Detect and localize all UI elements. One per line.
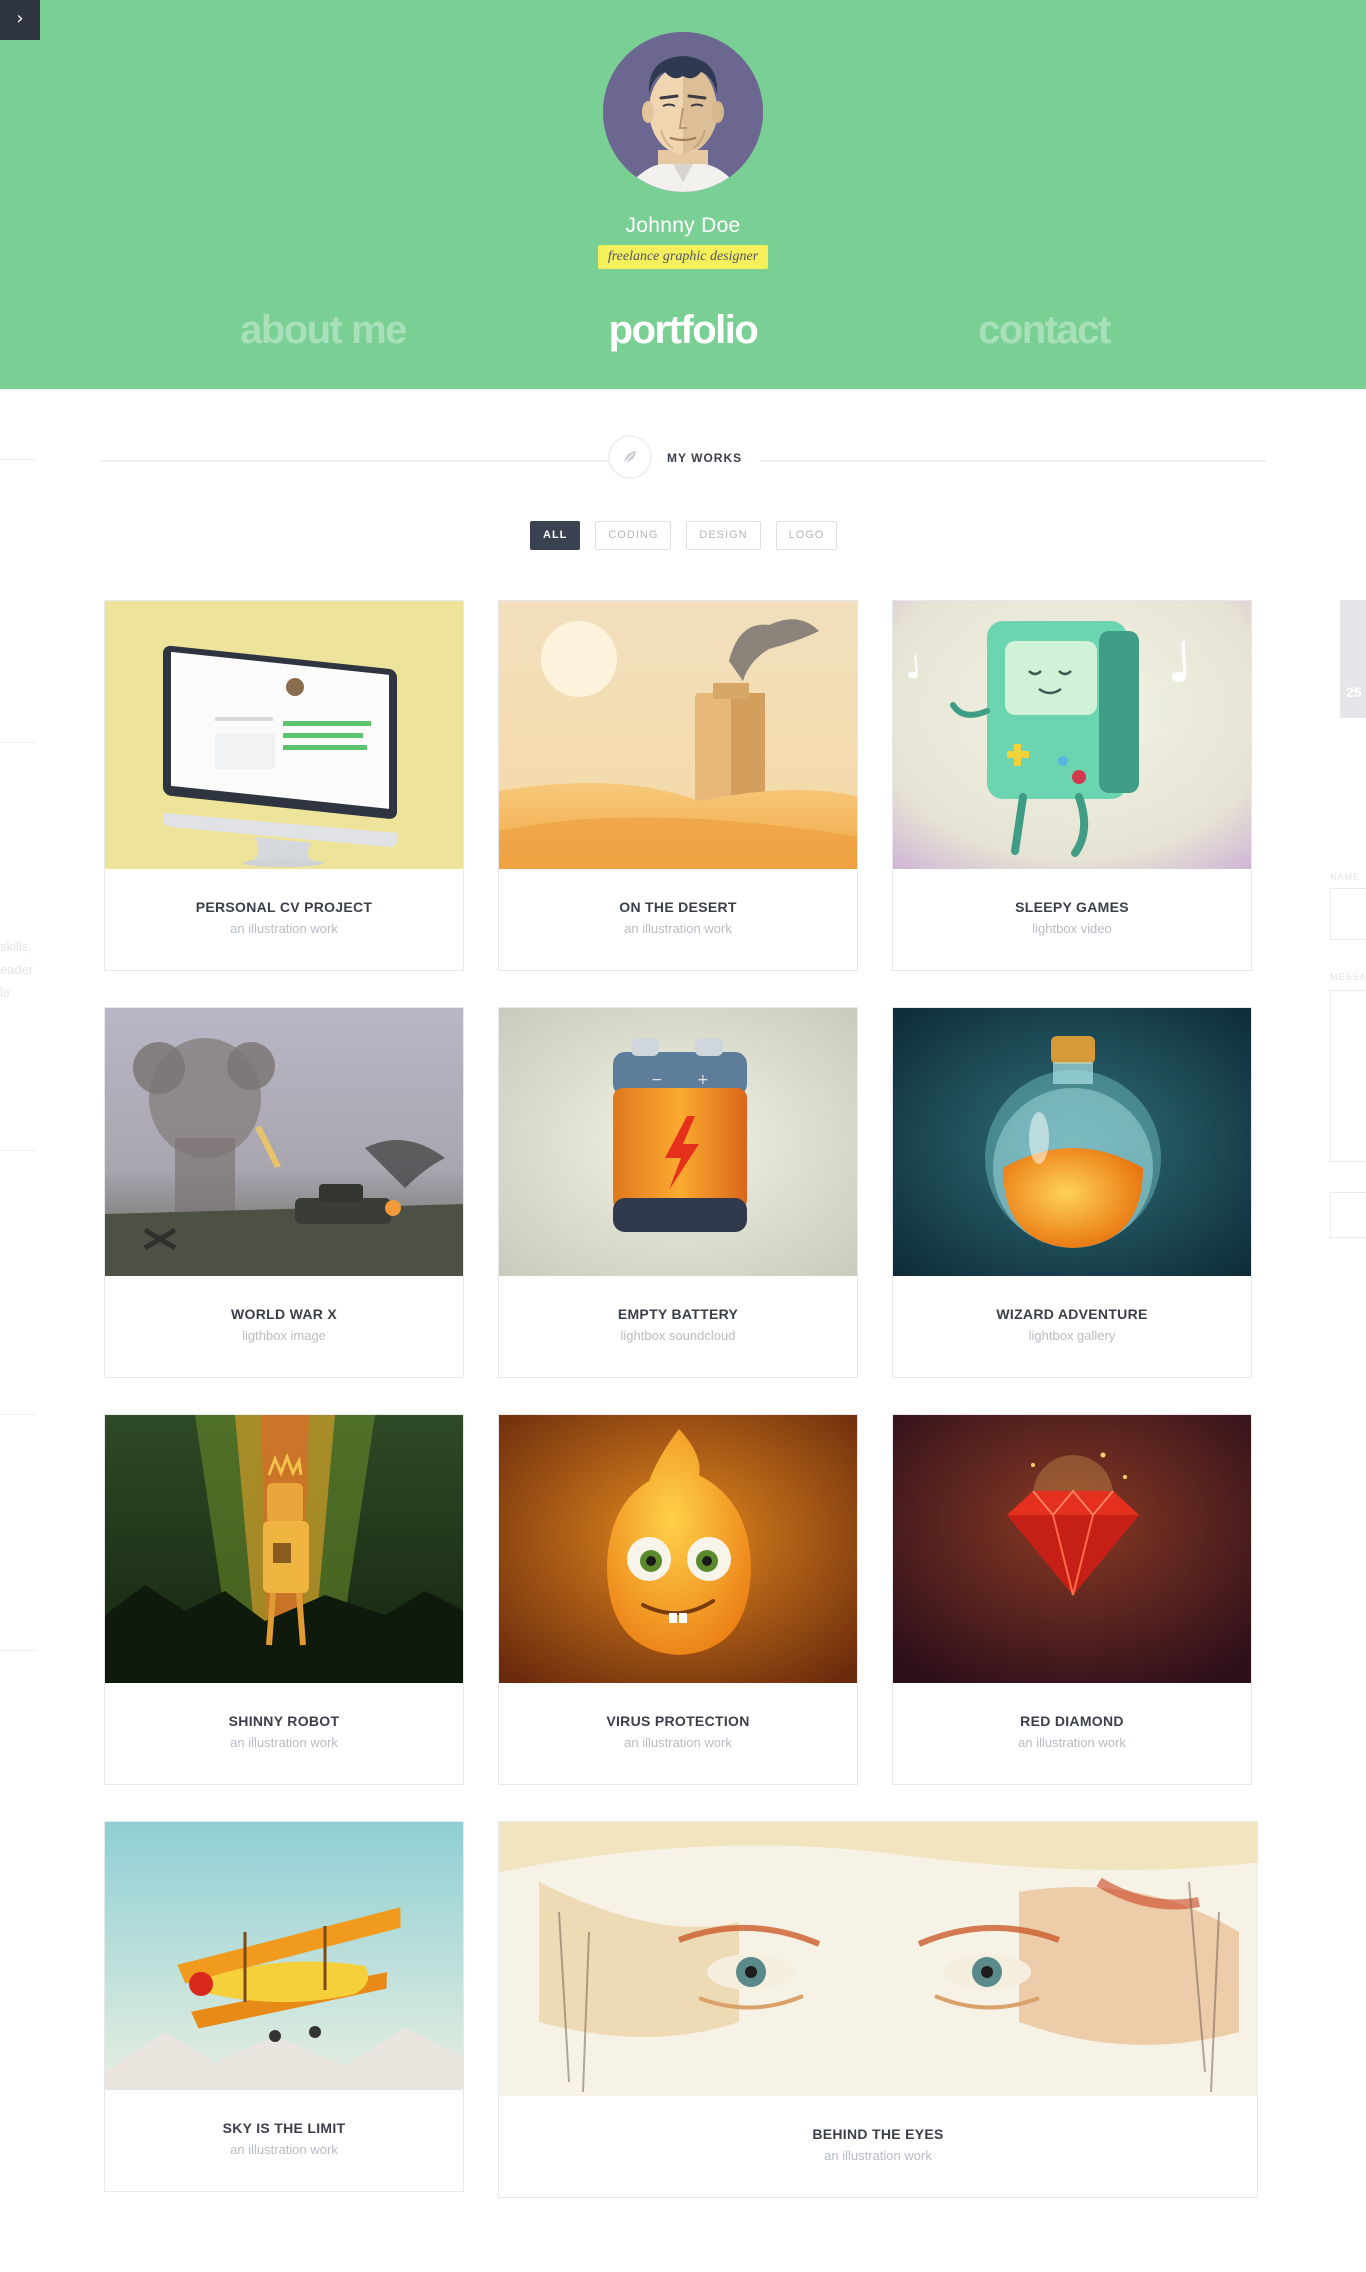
work-card[interactable]: RED DIAMOND an illustration work (892, 1414, 1252, 1785)
tagline-wrap: freelance graphic designer (0, 245, 1366, 269)
ghost-text-line: eader (0, 962, 34, 977)
work-thumbnail (499, 601, 857, 869)
ghost-message-input (1330, 990, 1366, 1162)
work-meta: SHINNY ROBOT an illustration work (105, 1683, 463, 1784)
work-subtitle: an illustration work (1018, 1735, 1126, 1750)
ghost-divider (0, 1414, 36, 1415)
nav-about-me[interactable]: about me (163, 308, 483, 353)
work-thumbnail (105, 1415, 463, 1683)
ghost-number: 25 (1346, 684, 1362, 700)
work-thumbnail (499, 1822, 1257, 2096)
work-thumbnail (499, 1415, 857, 1683)
work-thumbnail (893, 1415, 1251, 1683)
leaf-icon (624, 451, 636, 463)
section-icon-badge (608, 435, 652, 479)
work-title: ON THE DESERT (619, 899, 737, 915)
work-meta: ON THE DESERT an illustration work (499, 869, 857, 970)
filter-coding[interactable]: CODING (595, 521, 672, 550)
profile-tagline: freelance graphic designer (597, 245, 769, 269)
work-card[interactable]: PERSONAL CV PROJECT an illustration work (104, 600, 464, 971)
work-card[interactable]: WORLD WAR X ligthbox image (104, 1007, 464, 1378)
work-thumbnail (105, 1822, 463, 2090)
work-title: BEHIND THE EYES (812, 2126, 944, 2142)
work-subtitle: an illustration work (230, 2142, 338, 2157)
work-meta: EMPTY BATTERY lightbox soundcloud (499, 1276, 857, 1377)
work-subtitle: lightbox video (1032, 921, 1112, 936)
ghost-divider (0, 1150, 36, 1151)
profile-header: › Johnny Doe freelance graphic designer … (0, 0, 1366, 389)
work-title: SKY IS THE LIMIT (222, 2120, 346, 2136)
work-title: SLEEPY GAMES (1015, 899, 1129, 915)
work-card[interactable]: SLEEPY GAMES lightbox video (892, 600, 1252, 971)
ghost-image: 25 (1340, 600, 1366, 718)
work-title: WIZARD ADVENTURE (996, 1306, 1148, 1322)
filter-all[interactable]: ALL (530, 521, 581, 550)
work-meta: PERSONAL CV PROJECT an illustration work (105, 869, 463, 970)
work-title: EMPTY BATTERY (617, 1306, 739, 1322)
filter-logo[interactable]: LOGO (775, 521, 838, 550)
work-thumbnail (893, 1008, 1251, 1276)
work-subtitle: ligthbox image (242, 1328, 326, 1343)
work-subtitle: an illustration work (624, 921, 732, 936)
work-title: SHINNY ROBOT (228, 1713, 340, 1729)
work-subtitle: an illustration work (230, 921, 338, 936)
work-meta: BEHIND THE EYES an illustration work (499, 2096, 1257, 2197)
work-subtitle: an illustration work (624, 1735, 732, 1750)
work-thumbnail (105, 601, 463, 869)
ghost-divider (0, 459, 36, 460)
work-subtitle: an illustration work (824, 2148, 932, 2163)
ghost-text-line: skills, (0, 939, 32, 954)
ghost-text-line: le (0, 985, 11, 1000)
page: › Johnny Doe freelance graphic designer … (0, 0, 1366, 2272)
svg-text:+: + (697, 1072, 709, 1088)
work-title: PERSONAL CV PROJECT (195, 899, 373, 915)
section-title: MY WORKS (667, 451, 743, 465)
work-card[interactable]: − + EMPTY BATTERY lightbox soundcloud (498, 1007, 858, 1378)
work-subtitle: lightbox soundcloud (620, 1328, 736, 1343)
portfolio-filters: ALL CODING DESIGN LOGO (530, 521, 838, 550)
work-meta: VIRUS PROTECTION an illustration work (499, 1683, 857, 1784)
work-card[interactable]: VIRUS PROTECTION an illustration work (498, 1414, 858, 1785)
work-meta: RED DIAMOND an illustration work (893, 1683, 1251, 1784)
filter-design[interactable]: DESIGN (686, 521, 761, 550)
svg-text:−: − (651, 1072, 663, 1088)
work-thumbnail (105, 1008, 463, 1276)
work-card[interactable]: SKY IS THE LIMIT an illustration work (104, 1821, 464, 2192)
work-meta: WIZARD ADVENTURE lightbox gallery (893, 1276, 1251, 1377)
work-thumbnail (893, 601, 1251, 869)
work-card[interactable]: ON THE DESERT an illustration work (498, 600, 858, 971)
menu-toggle-button[interactable]: › (0, 0, 40, 40)
profile-name: Johnny Doe (625, 214, 741, 237)
work-title: VIRUS PROTECTION (606, 1713, 750, 1729)
work-title: WORLD WAR X (231, 1306, 337, 1322)
work-meta: SLEEPY GAMES lightbox video (893, 869, 1251, 970)
work-card[interactable]: WIZARD ADVENTURE lightbox gallery (892, 1007, 1252, 1378)
work-meta: SKY IS THE LIMIT an illustration work (105, 2090, 463, 2191)
work-subtitle: lightbox gallery (1028, 1328, 1116, 1343)
ghost-label: MESSA (1330, 972, 1366, 982)
nav-portfolio[interactable]: portfolio (523, 308, 843, 353)
work-meta: WORLD WAR X ligthbox image (105, 1276, 463, 1377)
section-divider-left (100, 460, 610, 462)
ghost-label: NAME (1330, 872, 1361, 882)
ghost-name-input (1330, 888, 1366, 940)
ghost-left-text: skills, eader le (0, 935, 33, 1004)
ghost-divider (0, 1650, 36, 1651)
work-subtitle: an illustration work (230, 1735, 338, 1750)
section-divider-right (760, 460, 1266, 462)
work-card[interactable]: SHINNY ROBOT an illustration work (104, 1414, 464, 1785)
work-card[interactable]: BEHIND THE EYES an illustration work (498, 1821, 1258, 2198)
ghost-divider (0, 742, 36, 743)
work-thumbnail: − + (499, 1008, 857, 1276)
avatar (603, 32, 763, 192)
ghost-submit-button (1330, 1192, 1366, 1238)
nav-contact[interactable]: contact (884, 308, 1204, 353)
work-title: RED DIAMOND (1020, 1713, 1124, 1729)
chevron-right-icon: › (16, 8, 24, 29)
